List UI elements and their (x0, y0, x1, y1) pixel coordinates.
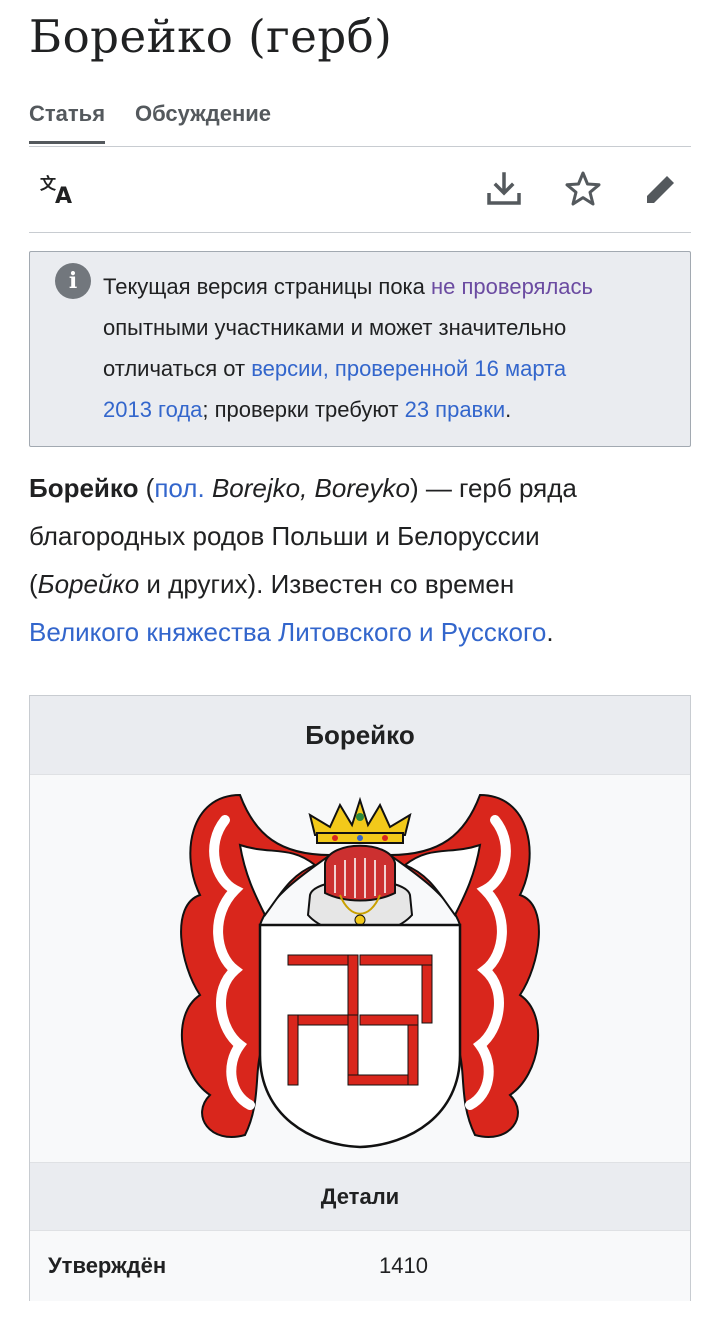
shield (258, 923, 462, 1149)
tab-article[interactable]: Статья (29, 101, 106, 144)
lead-italic-name: Борейко (37, 569, 140, 599)
coat-of-arms-image[interactable] (30, 774, 690, 1162)
grand-duchy-link[interactable]: Великого княжества Литовского и Русского (29, 617, 546, 647)
notice-line3: отличаться от (103, 356, 252, 381)
lead-polish-names: Borejko, Boreyko (204, 473, 410, 503)
notice-line2: опытными участниками и может значительно (103, 315, 567, 340)
notice-line1: Текущая версия страницы пока (103, 274, 432, 299)
reviewed-version-date-link[interactable]: 2013 года (103, 397, 202, 422)
review-notice: i Текущая версия страницы пока не провер… (29, 251, 691, 447)
tab-discussion[interactable]: Обсуждение (135, 101, 271, 127)
page-tabs: Статья Обсуждение (29, 96, 691, 147)
notice-period: . (505, 397, 512, 422)
notice-line4: ; проверки требуют (202, 397, 405, 422)
svg-text:A: A (55, 184, 72, 209)
polish-language-link[interactable]: пол. (154, 473, 204, 503)
notice-text: Текущая версия страницы пока не проверял… (103, 266, 673, 430)
crown (308, 796, 412, 844)
lead-text-2: благородных родов Польши и Белоруссии (29, 521, 540, 551)
lead-text-3: и других). Известен со времен (139, 569, 515, 599)
infobox-row-key: Утверждён (48, 1253, 167, 1278)
edit-icon[interactable] (638, 166, 684, 212)
infobox-row-value: 1410 (379, 1253, 428, 1278)
pending-edits-link[interactable]: 23 правки (405, 397, 506, 422)
infobox: Борейко Детали Утверждён 1410 (29, 695, 691, 1301)
lead-bold-title: Борейко (29, 473, 139, 503)
lead-text-3-open: ( (29, 569, 38, 599)
reviewed-version-link[interactable]: версии, проверенной 16 марта (251, 356, 566, 381)
language-icon[interactable]: 文 A (35, 166, 81, 212)
info-icon: i (55, 263, 91, 299)
lead-end: . (546, 617, 554, 647)
not-reviewed-link[interactable]: не проверялась (431, 274, 593, 299)
infobox-row-approved: Утверждён 1410 (30, 1230, 690, 1301)
lead-text-1: ) — герб ряда (409, 473, 577, 503)
infobox-subheader: Детали (30, 1162, 690, 1231)
download-icon[interactable] (481, 166, 527, 212)
lead-paren: ( (138, 473, 155, 503)
lead-paragraph: Борейко (пол. Borejko, Boreyko) — герб р… (29, 464, 691, 656)
page-title: Борейко (герб) (29, 10, 393, 63)
star-icon[interactable] (560, 166, 606, 212)
infobox-title: Борейко (30, 696, 690, 774)
page-toolbar: 文 A (29, 146, 691, 233)
